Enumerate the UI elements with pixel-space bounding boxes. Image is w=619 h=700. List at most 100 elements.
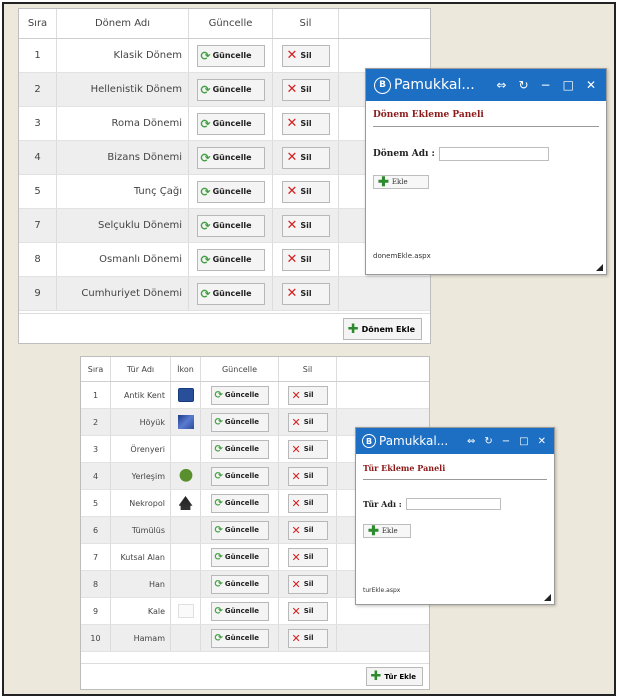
- status-url: turEkle.aspx: [363, 587, 401, 594]
- delete-label: Sil: [303, 418, 314, 426]
- delete-cell: ✕ Sil: [273, 73, 339, 106]
- delete-button[interactable]: ✕ Sil: [287, 601, 328, 621]
- delete-label: Sil: [303, 580, 314, 588]
- delete-cell: ✕ Sil: [273, 209, 339, 242]
- delete-button[interactable]: ✕ Sil: [281, 146, 330, 169]
- add-period-button[interactable]: ✚ Dönem Ekle: [342, 318, 422, 340]
- maximize-icon[interactable]: □: [519, 436, 528, 447]
- delete-cell: ✕ Sil: [273, 277, 339, 310]
- window-titlebar[interactable]: B Pamukkal... ⇔ ↻ − □ ✕: [366, 69, 606, 101]
- add-button[interactable]: ✚ Ekle: [373, 175, 429, 190]
- period-name: Osmanlı Dönemi: [57, 243, 189, 276]
- update-button[interactable]: ⟳ Güncelle: [210, 493, 269, 513]
- delete-button[interactable]: ✕ Sil: [281, 248, 330, 271]
- row-number: 2: [19, 73, 57, 106]
- row-number: 7: [19, 209, 57, 242]
- update-button[interactable]: ⟳ Güncelle: [196, 44, 265, 67]
- delete-button[interactable]: ✕ Sil: [287, 628, 328, 648]
- update-label: Güncelle: [224, 472, 260, 480]
- minimize-icon[interactable]: −: [541, 78, 551, 92]
- refresh-icon[interactable]: ↻: [518, 78, 528, 92]
- delete-button[interactable]: ✕ Sil: [287, 547, 328, 567]
- delete-cell: ✕ Sil: [273, 107, 339, 140]
- header-sira: Sıra: [81, 357, 111, 381]
- delete-x-icon: ✕: [286, 286, 298, 301]
- refresh-icon: ⟳: [214, 605, 223, 617]
- update-button[interactable]: ⟳ Güncelle: [196, 214, 265, 237]
- delete-button[interactable]: ✕ Sil: [281, 180, 330, 203]
- spacer-cell: [337, 625, 429, 651]
- delete-button[interactable]: ✕ Sil: [287, 520, 328, 540]
- delete-button[interactable]: ✕ Sil: [281, 44, 330, 67]
- header-delete: Sil: [273, 9, 339, 38]
- update-cell: ⟳ Güncelle: [189, 209, 273, 242]
- delete-button[interactable]: ✕ Sil: [287, 466, 328, 486]
- update-button[interactable]: ⟳ Güncelle: [210, 628, 269, 648]
- add-button[interactable]: ✚ Ekle: [363, 524, 411, 539]
- pin-icon[interactable]: ⇔: [496, 78, 506, 92]
- update-label: Güncelle: [212, 119, 252, 128]
- window-titlebar[interactable]: B Pamukkal... ⇔ ↻ − □ ✕: [356, 428, 554, 454]
- icon-cell: [171, 463, 201, 489]
- refresh-icon: ⟳: [214, 416, 223, 428]
- delete-button[interactable]: ✕ Sil: [281, 214, 330, 237]
- delete-x-icon: ✕: [291, 577, 301, 591]
- type-name: Tümülüs: [111, 517, 171, 543]
- delete-label: Sil: [303, 553, 314, 561]
- update-button[interactable]: ⟳ Güncelle: [210, 547, 269, 567]
- period-name-input[interactable]: [438, 147, 549, 161]
- update-cell: ⟳ Güncelle: [189, 107, 273, 140]
- update-button[interactable]: ⟳ Güncelle: [210, 385, 269, 405]
- close-icon[interactable]: ✕: [538, 436, 546, 447]
- update-button[interactable]: ⟳ Güncelle: [196, 180, 265, 203]
- update-button[interactable]: ⟳ Güncelle: [196, 112, 265, 135]
- update-button[interactable]: ⟳ Güncelle: [210, 466, 269, 486]
- table-header: Sıra Dönem Adı Güncelle Sil: [19, 9, 430, 39]
- delete-label: Sil: [300, 255, 312, 264]
- delete-x-icon: ✕: [286, 116, 298, 131]
- header-icon: İkon: [171, 357, 201, 381]
- delete-button[interactable]: ✕ Sil: [287, 493, 328, 513]
- resize-grip-icon[interactable]: [544, 594, 551, 601]
- refresh-icon[interactable]: ↻: [484, 436, 492, 447]
- maximize-icon[interactable]: □: [563, 78, 574, 92]
- delete-button[interactable]: ✕ Sil: [281, 78, 330, 101]
- icon-cell: [171, 382, 201, 408]
- type-name-input[interactable]: [405, 498, 501, 510]
- minimize-icon[interactable]: −: [502, 436, 510, 447]
- update-button[interactable]: ⟳ Güncelle: [210, 412, 269, 432]
- update-button[interactable]: ⟳ Güncelle: [210, 601, 269, 621]
- pin-icon[interactable]: ⇔: [467, 436, 475, 447]
- refresh-icon: ⟳: [214, 497, 223, 509]
- close-icon[interactable]: ✕: [586, 78, 596, 92]
- update-label: Güncelle: [212, 289, 252, 298]
- delete-button[interactable]: ✕ Sil: [281, 282, 330, 305]
- update-button[interactable]: ⟳ Güncelle: [196, 282, 265, 305]
- delete-button[interactable]: ✕ Sil: [287, 574, 328, 594]
- icon-cell: [171, 436, 201, 462]
- delete-x-icon: ✕: [286, 218, 298, 233]
- delete-label: Sil: [303, 634, 314, 642]
- resize-grip-icon[interactable]: [596, 264, 603, 271]
- spacer-cell: [337, 382, 429, 408]
- update-button[interactable]: ⟳ Güncelle: [210, 439, 269, 459]
- delete-label: Sil: [300, 85, 312, 94]
- update-button[interactable]: ⟳ Güncelle: [210, 574, 269, 594]
- update-button[interactable]: ⟳ Güncelle: [210, 520, 269, 540]
- refresh-icon: ⟳: [214, 578, 223, 590]
- add-type-button[interactable]: ✚ Tür Ekle: [365, 667, 423, 686]
- header-name: Dönem Adı: [57, 9, 189, 38]
- update-label: Güncelle: [224, 580, 260, 588]
- browser-logo-icon: B: [374, 76, 391, 94]
- delete-button[interactable]: ✕ Sil: [287, 385, 328, 405]
- delete-button[interactable]: ✕ Sil: [287, 439, 328, 459]
- update-button[interactable]: ⟳ Güncelle: [196, 78, 265, 101]
- refresh-icon: ⟳: [214, 443, 223, 455]
- update-button[interactable]: ⟳ Güncelle: [196, 146, 265, 169]
- update-cell: ⟳ Güncelle: [189, 277, 273, 310]
- table-footer: ✚ Dönem Ekle: [19, 313, 430, 343]
- delete-x-icon: ✕: [286, 82, 298, 97]
- update-button[interactable]: ⟳ Güncelle: [196, 248, 265, 271]
- delete-button[interactable]: ✕ Sil: [287, 412, 328, 432]
- delete-button[interactable]: ✕ Sil: [281, 112, 330, 135]
